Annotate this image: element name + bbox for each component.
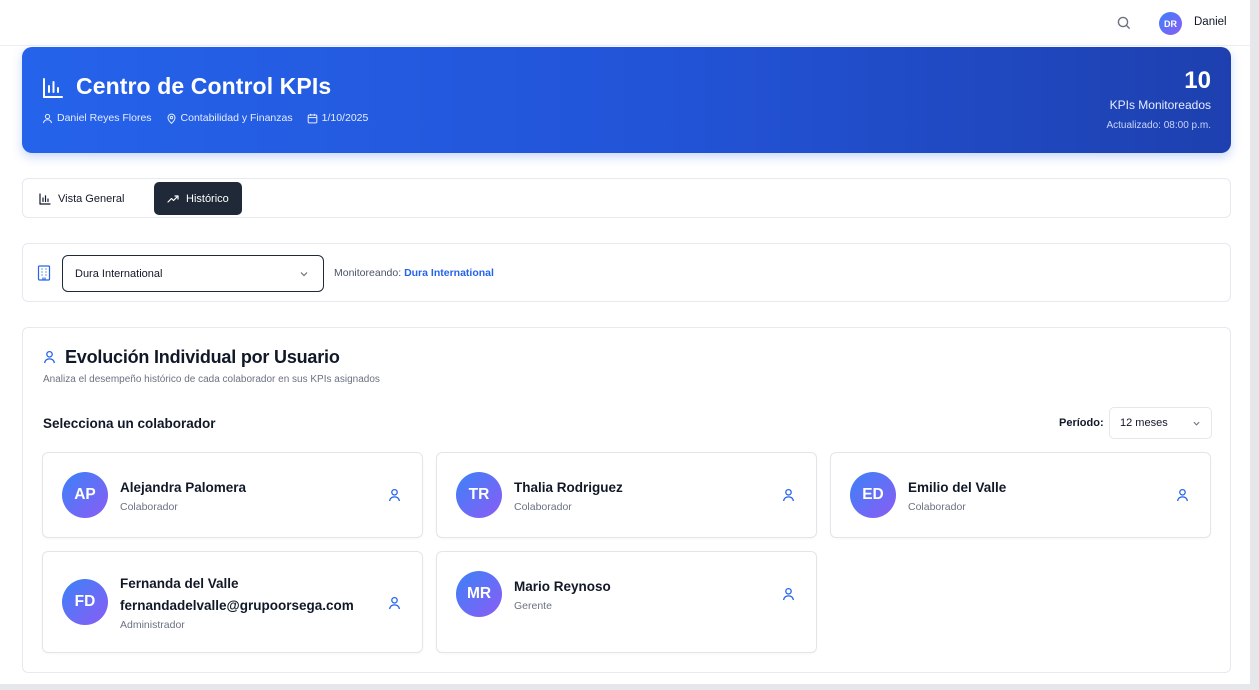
- user-role: Colaborador: [514, 501, 572, 513]
- select-collaborator-label: Selecciona un colaborador: [43, 416, 216, 431]
- chevron-down-icon: [300, 272, 308, 277]
- user-icon: [388, 488, 401, 502]
- page-title: Centro de Control KPIs: [76, 73, 332, 99]
- user-card-thalia-rodriguez[interactable]: TR Thalia Rodriguez Colaborador: [436, 452, 817, 538]
- tab-label: Histórico: [186, 192, 229, 205]
- user-icon: [782, 488, 795, 502]
- user-name: Thalia Rodriguez: [514, 480, 623, 495]
- user-name[interactable]: Daniel: [1194, 16, 1227, 28]
- building-icon: [37, 265, 51, 281]
- tab-vista-general[interactable]: Vista General: [26, 182, 137, 215]
- header-meta: Daniel Reyes Flores Contabilidad y Finan…: [42, 112, 368, 124]
- user-name: Emilio del Valle: [908, 480, 1007, 495]
- meta-user-label: Daniel Reyes Flores: [57, 112, 152, 124]
- company-selector-card: Dura International Monitoreando: Dura In…: [22, 243, 1231, 302]
- dashboard-header: Centro de Control KPIs Daniel Reyes Flor…: [22, 47, 1231, 153]
- company-select-value: Dura International: [75, 267, 163, 280]
- tab-label: Vista General: [58, 192, 125, 205]
- kpi-count: 10: [1184, 67, 1211, 94]
- user-email: fernandadelvalle@grupoorsega.com: [120, 598, 354, 613]
- user-role: Colaborador: [908, 501, 966, 513]
- period-select-value: 12 meses: [1120, 417, 1168, 429]
- view-tabs: Vista General Histórico: [22, 178, 1231, 218]
- avatar[interactable]: DR: [1159, 12, 1182, 35]
- monitoring-company: Dura International: [404, 267, 494, 279]
- avatar: ED: [850, 472, 896, 518]
- section-subtitle: Analiza el desempeño histórico de cada c…: [43, 374, 380, 385]
- avatar: FD: [62, 579, 108, 625]
- meta-department-label: Contabilidad y Finanzas: [180, 112, 293, 124]
- window-edge-right: [1250, 0, 1259, 690]
- user-card-emilio-del-valle[interactable]: ED Emilio del Valle Colaborador: [830, 452, 1211, 538]
- user-icon: [42, 113, 53, 123]
- calendar-icon: [307, 113, 317, 123]
- monitoring-status: Monitoreando: Dura International: [334, 267, 494, 279]
- user-name: Mario Reynoso: [514, 579, 611, 594]
- avatar: MR: [456, 571, 502, 617]
- user-role: Gerente: [514, 600, 552, 612]
- avatar: AP: [62, 472, 108, 518]
- company-select[interactable]: Dura International: [62, 255, 324, 292]
- user-card-alejandra-palomera[interactable]: AP Alejandra Palomera Colaborador: [42, 452, 423, 538]
- last-updated: Actualizado: 08:00 p.m.: [1106, 120, 1211, 131]
- tab-historico[interactable]: Histórico: [154, 182, 242, 215]
- chevron-down-icon: [1193, 421, 1200, 426]
- user-icon: [782, 587, 795, 601]
- top-bar: DR Daniel: [0, 0, 1250, 46]
- user-evolution-card: Evolución Individual por Usuario Analiza…: [22, 327, 1231, 673]
- user-name: Fernanda del Valle: [120, 576, 239, 591]
- trending-up-icon: [167, 194, 179, 203]
- user-role: Administrador: [120, 619, 185, 631]
- bar-chart-icon: [43, 78, 63, 98]
- page: DR Daniel Centro de Control KPIs Daniel …: [0, 0, 1250, 684]
- avatar: TR: [456, 472, 502, 518]
- user-role: Colaborador: [120, 501, 178, 513]
- meta-user: Daniel Reyes Flores: [42, 112, 152, 124]
- user-card-mario-reynoso[interactable]: MR Mario Reynoso Gerente: [436, 551, 817, 653]
- meta-department: Contabilidad y Finanzas: [166, 112, 293, 124]
- user-card-fernanda-del-valle[interactable]: FD Fernanda del Valle fernandadelvalle@g…: [42, 551, 423, 653]
- user-icon: [388, 596, 401, 610]
- section-title: Evolución Individual por Usuario: [65, 347, 340, 367]
- period-select[interactable]: 12 meses: [1109, 407, 1212, 439]
- user-name: Alejandra Palomera: [120, 480, 247, 495]
- bar-chart-icon: [39, 192, 51, 205]
- map-pin-icon: [167, 113, 176, 124]
- meta-date-label: 1/10/2025: [321, 112, 369, 124]
- period-label: Período:: [1059, 417, 1104, 429]
- user-icon: [1176, 488, 1189, 502]
- user-icon: [43, 350, 56, 364]
- kpi-count-label: KPIs Monitoreados: [1109, 98, 1211, 112]
- monitoring-prefix: Monitoreando:: [334, 267, 402, 279]
- window-edge-bottom: [0, 684, 1259, 690]
- search-icon[interactable]: [1116, 15, 1132, 31]
- meta-date: 1/10/2025: [307, 112, 369, 124]
